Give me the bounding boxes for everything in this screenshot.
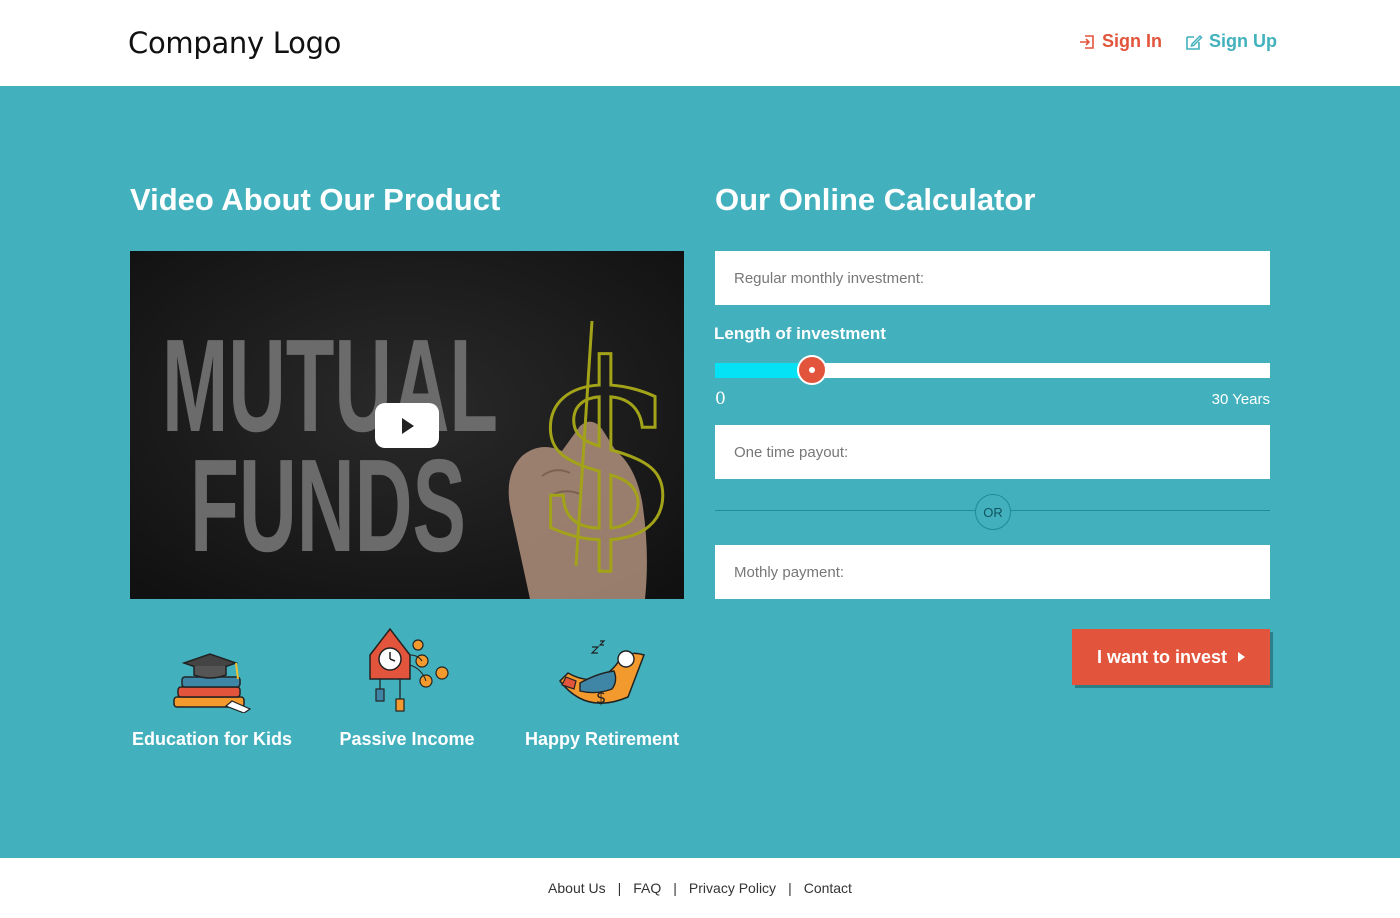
footer-separator: | [617,880,622,896]
footer-link-about[interactable]: About Us [548,880,606,896]
calculator-section-title: Our Online Calculator [715,182,1036,217]
product-video[interactable]: MUTUAL FUNDS $ [130,251,684,599]
feature-label: Education for Kids [131,729,292,749]
footer-link-contact[interactable]: Contact [804,880,852,896]
monthly-payment-input[interactable] [715,545,1270,599]
feature-happy-retirement: $ Happy Retirement [517,621,687,750]
company-logo[interactable]: Company Logo [128,26,341,60]
sign-in-label: Sign In [1102,31,1162,51]
play-button[interactable] [375,403,439,448]
or-badge: OR [975,494,1011,530]
site-footer: About Us | FAQ | Privacy Policy | Contac… [0,858,1400,918]
investment-length-slider[interactable] [715,355,1270,385]
slider-min-label: 0 [715,389,726,409]
money-tree-clock-icon [369,627,449,712]
sign-in-icon [1080,34,1094,49]
feature-education: Education for Kids [127,621,297,750]
slider-handle[interactable] [797,355,828,385]
sign-in-link[interactable]: Sign In [1078,31,1162,52]
invest-button[interactable]: I want to invest [1072,629,1270,685]
thumbnail-dollar: $ [530,313,683,593]
sign-up-label: Sign Up [1209,31,1277,51]
monthly-investment-input[interactable] [715,251,1270,305]
feature-label: Happy Retirement [524,729,680,749]
play-icon [402,417,414,434]
video-section-title: Video About Our Product [130,182,501,217]
invest-button-label: I want to invest [1096,646,1228,667]
footer-link-privacy[interactable]: Privacy Policy [689,880,776,896]
slider-max-label: 30 Years [1211,391,1270,408]
feature-label: Passive Income [339,729,475,749]
one-time-payout-input[interactable] [715,425,1270,479]
edit-icon [1186,34,1203,50]
main-section: Video About Our Product Our Online Calcu… [0,86,1400,858]
site-header: Company Logo Sign In Sign Up [0,0,1400,86]
play-arrow-icon [1238,652,1246,662]
length-of-investment-label: Length of investment [714,324,886,343]
books-graduation-cap-icon [173,653,252,713]
sign-up-link[interactable]: Sign Up [1185,31,1277,52]
svg-text:$: $ [596,688,606,707]
footer-separator: | [673,880,677,896]
feature-passive-income: Passive Income [322,621,492,750]
footer-link-faq[interactable]: FAQ [633,880,661,896]
footer-separator: | [788,880,792,896]
thumbnail-text-funds: FUNDS [190,432,466,579]
hammock-relax-icon: $ [559,640,645,707]
